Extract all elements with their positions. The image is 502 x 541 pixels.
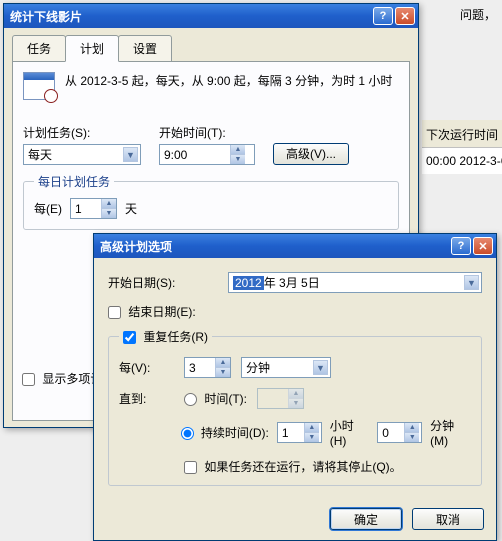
repeat-every-input[interactable]: ▲▼ [184,357,231,378]
help-button[interactable]: ? [451,237,471,255]
schedule-task-label: 计划任务(S): [23,124,141,141]
hours-value[interactable] [278,423,304,442]
stop-if-running-input[interactable] [184,461,197,474]
stop-if-running-label: 如果任务还在运行，请将其停止(Q)。 [204,460,401,474]
start-time-input[interactable]: ▲▼ [159,144,255,165]
repeat-every-label: 每(V): [119,359,174,376]
minutes-value[interactable] [378,423,404,442]
tab-settings[interactable]: 设置 [118,35,172,62]
start-time-label: 开始时间(T): [159,124,255,141]
tab-strip: 任务 计划 设置 [4,28,418,61]
repeat-task-checkbox[interactable]: 重复任务(R) [123,330,208,344]
until-label: 直到: [119,390,174,407]
end-date-input[interactable] [108,306,121,319]
help-button[interactable]: ? [373,7,393,25]
spin-down-icon[interactable]: ▼ [405,432,419,442]
until-time-radio[interactable]: 时间(T): [184,390,247,407]
start-time-value[interactable] [160,145,230,164]
bg-text: 问题， [460,6,496,23]
every-label: 每(E) [34,200,62,217]
every-unit: 天 [125,200,137,217]
ok-button[interactable]: 确定 [330,508,402,530]
hours-input[interactable]: ▲▼ [277,422,322,443]
close-button[interactable]: ✕ [395,7,415,25]
tab-task[interactable]: 任务 [12,35,66,62]
end-date-label: 结束日期(E): [128,305,195,319]
show-multi-input[interactable] [22,373,35,386]
spin-up-icon[interactable]: ▲ [305,423,319,432]
schedule-icon [23,72,55,100]
until-duration-input[interactable] [181,427,194,440]
titlebar[interactable]: 统计下线影片 ? ✕ [4,4,418,28]
stop-if-running-checkbox[interactable]: 如果任务还在运行，请将其停止(Q)。 [184,460,402,474]
minutes-input[interactable]: ▲▼ [377,422,422,443]
until-time-label: 时间(T): [204,392,247,406]
spin-up-icon[interactable]: ▲ [102,199,116,208]
every-days-input[interactable]: ▲▼ [70,198,117,219]
spin-up-icon[interactable]: ▲ [216,358,230,367]
col-header: 下次运行时间 [422,122,502,148]
dialog-buttons: 确定 取消 [94,498,496,540]
repeat-every-value[interactable] [185,358,215,377]
until-time-value-input: ▲▼ [257,388,304,409]
repeat-task-label: 重复任务(R) [143,330,208,344]
chevron-down-icon: ▼ [313,360,328,375]
schedule-task-select[interactable]: 每天 ▼ [23,144,141,165]
spin-down-icon[interactable]: ▼ [231,154,245,164]
window-title: 统计下线影片 [10,8,371,25]
repeat-unit-select[interactable]: 分钟 ▼ [241,357,331,378]
daily-legend: 每日计划任务 [34,173,114,190]
advanced-options-dialog: 高级计划选项 ? ✕ 开始日期(S): 2012年 3月 5日 ▼ 结束日期(E… [93,233,497,541]
schedule-description: 从 2012-3-5 起，每天，从 9:00 起，每隔 3 分钟，为时 1 小时 [65,72,392,91]
repeat-task-input[interactable] [123,331,136,344]
close-icon: ✕ [478,240,487,253]
end-date-checkbox[interactable]: 结束日期(E): [108,305,196,319]
spin-down-icon[interactable]: ▼ [216,367,230,377]
cancel-button[interactable]: 取消 [412,508,484,530]
spin-up-icon[interactable]: ▲ [231,145,245,154]
spin-down-icon[interactable]: ▼ [102,208,116,218]
close-icon: ✕ [400,10,409,23]
daily-fieldset: 每日计划任务 每(E) ▲▼ 天 [23,173,399,230]
cell-value: 00:00 2012-3-6 [422,148,502,174]
minutes-label: 分钟(M) [430,417,471,448]
until-duration-label: 持续时间(D): [201,426,269,440]
repeat-unit-value: 分钟 [246,359,270,376]
every-days-value[interactable] [71,199,101,218]
titlebar[interactable]: 高级计划选项 ? ✕ [94,234,496,258]
start-date-label: 开始日期(S): [108,274,228,291]
spin-up-icon[interactable]: ▲ [405,423,419,432]
repeat-fieldset: 重复任务(R) 每(V): ▲▼ 分钟 ▼ 直到: 时间(T): [108,328,482,486]
show-multi-checkbox[interactable]: 显示多项计 [22,372,102,386]
start-date-select[interactable]: 2012年 3月 5日 ▼ [228,272,482,293]
advanced-button[interactable]: 高级(V)... [273,143,349,165]
spin-down-icon[interactable]: ▼ [305,432,319,442]
tab-schedule[interactable]: 计划 [65,35,119,62]
chevron-down-icon: ▼ [464,275,479,290]
schedule-task-value: 每天 [28,146,52,163]
close-button[interactable]: ✕ [473,237,493,255]
window-title: 高级计划选项 [100,238,449,255]
until-time-input[interactable] [184,393,197,406]
hours-label: 小时(H) [330,417,370,448]
until-time-field [258,389,288,408]
start-date-value: 2012年 3月 5日 [233,274,320,291]
until-duration-radio[interactable]: 持续时间(D): [181,424,269,441]
chevron-down-icon: ▼ [123,147,138,162]
